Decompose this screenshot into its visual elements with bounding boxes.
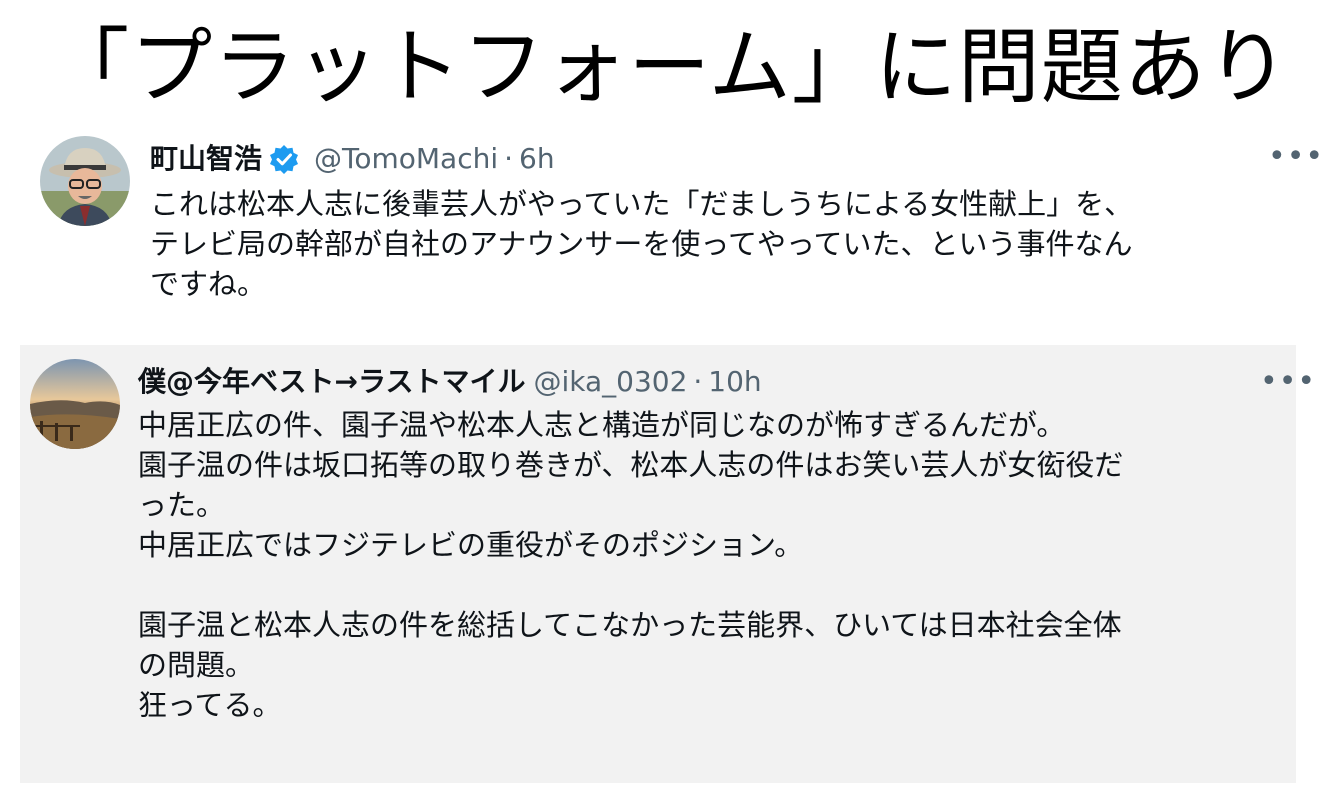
tweet-tomomachi[interactable]: 町山智浩 @TomoMachi · 6h ••• これは松本人志に後輩芸人がやっ… xyxy=(0,128,1337,328)
tweet-header: 町山智浩 @TomoMachi · 6h xyxy=(150,140,555,178)
avatar-tomomachi[interactable] xyxy=(40,136,130,226)
tweet-text: これは松本人志に後輩芸人がやっていた「だましうちによる女性献上」を、 テレビ局の… xyxy=(150,184,1133,304)
user-handle[interactable]: @TomoMachi xyxy=(314,140,498,178)
user-handle[interactable]: @ika_0302 xyxy=(533,363,687,401)
tweet-text-line: 中居正広の件、園子温や松本人志と構造が同じなのが怖すぎるんだが。 xyxy=(138,408,1066,442)
tweet-text-line: 園子温と松本人志の件を総括してこなかった芸能界、ひいては日本社会全体 xyxy=(138,608,1122,642)
tweet-text-line: った。 xyxy=(138,488,226,522)
separator-dot: · xyxy=(504,142,514,175)
separator-dot: · xyxy=(693,365,703,398)
more-options-icon[interactable]: ••• xyxy=(1260,367,1316,397)
verified-badge-icon xyxy=(268,143,300,175)
timestamp[interactable]: 6h xyxy=(519,140,555,178)
quoted-tweet-ika[interactable]: 僕@今年ベスト→ラストマイル @ika_0302 · 10h ••• 中居正広の… xyxy=(20,345,1315,783)
tweet-text-line: テレビ局の幹部が自社のアナウンサーを使ってやっていた、という事件なん xyxy=(150,227,1133,261)
tweet-text-line: 狂ってる。 xyxy=(138,688,282,722)
tweet-text-line: 園子温の件は坂口拓等の取り巻きが、松本人志の件はお笑い芸人が女衒役だ xyxy=(138,448,1124,482)
tweet-text-line: の問題。 xyxy=(138,648,255,682)
avatar-ika[interactable] xyxy=(30,359,120,449)
tweet-header: 僕@今年ベスト→ラストマイル @ika_0302 · 10h xyxy=(138,363,762,401)
tweet-text-line xyxy=(138,565,1123,605)
headline: 「プラットフォーム」に問題あり xyxy=(47,20,1290,115)
more-options-icon[interactable]: ••• xyxy=(1268,142,1324,172)
tweet-text-line: これは松本人志に後輩芸人がやっていた「だましうちによる女性献上」を、 xyxy=(150,187,1134,221)
tweet-text-line: ですね。 xyxy=(150,267,267,301)
timestamp[interactable]: 10h xyxy=(708,363,761,401)
display-name[interactable]: 僕@今年ベスト→ラストマイル xyxy=(138,363,525,401)
display-name[interactable]: 町山智浩 xyxy=(150,140,262,178)
tweet-text-line: 中居正広ではフジテレビの重役がそのポジション。 xyxy=(138,528,804,562)
tweet-text: 中居正広の件、園子温や松本人志と構造が同じなのが怖すぎるんだが。 園子温の件は坂… xyxy=(138,405,1123,725)
